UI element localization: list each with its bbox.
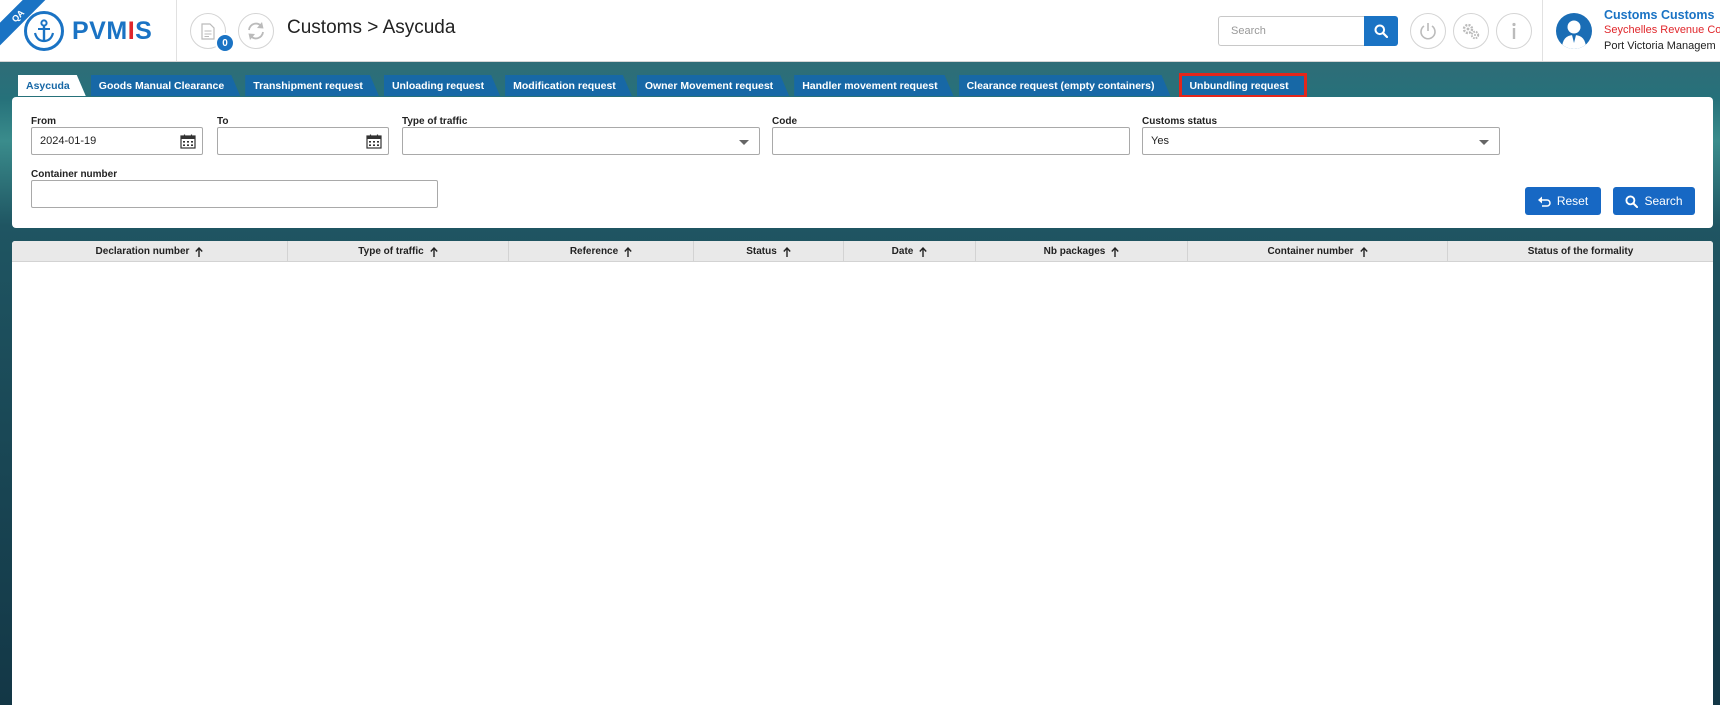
app-logo[interactable]: PVMIS [24,10,152,52]
tab-unbundling-request[interactable]: Unbundling request [1179,73,1307,98]
undo-icon [1537,196,1551,207]
user-organization: Seychelles Revenue Co [1604,24,1720,36]
notification-badge: 0 [215,33,235,53]
user-avatar[interactable] [1556,13,1592,49]
code-label: Code [772,116,797,127]
grid-header-row: Declaration number Type of traffic Refer… [12,241,1713,262]
container-number-input[interactable] [31,180,438,208]
sort-ascending-icon[interactable] [783,246,791,257]
search-filters-panel: From 2024-01-19 To Type of traffic Code … [12,97,1713,228]
results-grid: Declaration number Type of traffic Refer… [12,241,1713,705]
user-name: Customs Customs [1604,8,1715,22]
calendar-icon[interactable] [180,134,196,149]
global-search-input[interactable] [1218,16,1364,46]
global-search-button[interactable] [1364,16,1398,46]
tab-modification-request[interactable]: Modification request [505,75,632,96]
column-container-number[interactable]: Container number [1188,241,1448,262]
from-date-value: 2024-01-19 [40,135,97,147]
tab-owner-movement-request[interactable]: Owner Movement request [637,75,789,96]
power-icon [1420,23,1436,40]
search-icon [1374,24,1388,38]
user-icon [1562,20,1586,49]
gears-icon [1462,23,1480,40]
column-nb-packages[interactable]: Nb packages [976,241,1188,262]
search-icon [1625,194,1639,208]
to-date-field[interactable] [217,127,389,155]
code-input[interactable] [772,127,1130,155]
column-status-of-the-formality[interactable]: Status of the formality [1448,241,1713,262]
documents-button[interactable]: 0 [190,13,235,53]
column-status[interactable]: Status [694,241,844,262]
sort-ascending-icon[interactable] [1359,246,1368,257]
header-divider [1542,0,1543,61]
app-header: QA PVMIS 0 Customs > Asycuda Search Cust… [0,0,1720,62]
refresh-button[interactable] [238,13,274,49]
sort-ascending-icon[interactable] [1111,246,1120,257]
page-title: Customs > Asycuda [287,17,456,38]
info-icon [1512,22,1516,39]
column-date[interactable]: Date [844,241,976,262]
column-declaration-number[interactable]: Declaration number [12,241,288,262]
header-divider [176,0,177,61]
anchor-logo-icon [24,11,64,51]
to-label: To [217,116,229,127]
settings-button[interactable] [1453,13,1489,49]
customs-status-value: Yes [1151,135,1169,147]
search-button[interactable]: Search [1613,187,1695,215]
customs-status-label: Customs status [1142,116,1218,127]
tab-handler-movement-request[interactable]: Handler movement request [794,75,953,96]
user-port: Port Victoria Managem [1604,40,1716,52]
type-of-traffic-label: Type of traffic [402,116,468,127]
sort-ascending-icon[interactable] [919,246,928,257]
tab-unloading-request[interactable]: Unloading request [384,75,500,96]
user-info[interactable]: Customs Customs Seychelles Revenue Co Po… [1604,7,1720,54]
from-date-field[interactable]: 2024-01-19 [31,127,203,155]
sort-ascending-icon[interactable] [195,246,204,257]
column-reference[interactable]: Reference [509,241,694,262]
container-number-label: Container number [31,169,118,180]
search-label: Search [1644,194,1683,208]
tab-clearance-request-empty-containers[interactable]: Clearance request (empty containers) [959,75,1171,96]
grid-body [12,262,1713,704]
reset-label: Reset [1556,194,1589,208]
refresh-icon [248,22,264,40]
calendar-icon[interactable] [366,134,382,149]
logout-button[interactable] [1410,13,1446,49]
chevron-down-icon [739,140,749,145]
tab-transhipment-request[interactable]: Transhipment request [245,75,379,96]
column-type-of-traffic[interactable]: Type of traffic [288,241,509,262]
info-button[interactable] [1496,13,1532,49]
tab-asycuda[interactable]: Asycuda [18,75,86,96]
customs-status-select[interactable]: Yes [1142,127,1500,155]
sort-ascending-icon[interactable] [429,246,438,257]
reset-button[interactable]: Reset [1525,187,1601,215]
chevron-down-icon [1479,140,1489,145]
type-of-traffic-select[interactable] [402,127,760,155]
module-tabs: Asycuda Goods Manual Clearance Transhipm… [18,73,1310,98]
sort-ascending-icon[interactable] [624,246,632,257]
tab-goods-manual-clearance[interactable]: Goods Manual Clearance [91,75,240,96]
from-label: From [31,116,56,127]
logo-wordmark: PVMIS [72,16,153,45]
document-icon [201,22,215,40]
